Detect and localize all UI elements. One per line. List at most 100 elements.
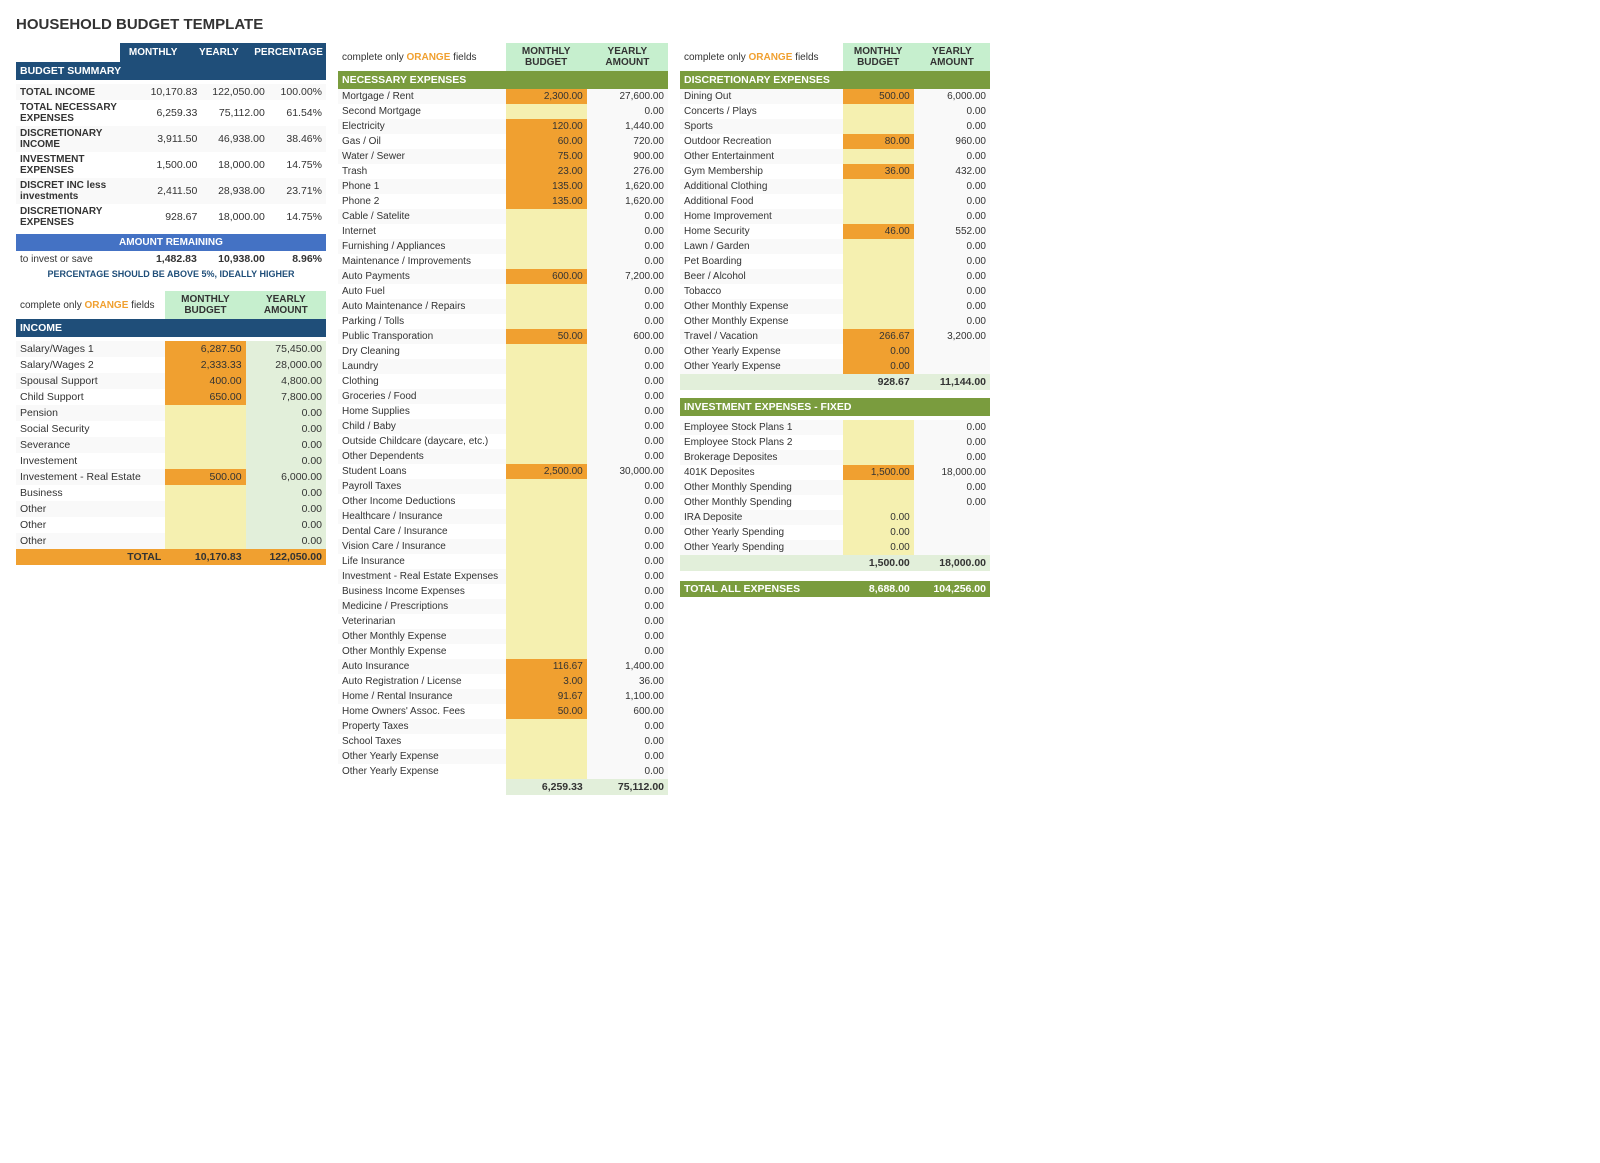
invest-total-yearly: 18,000.00 (914, 555, 990, 571)
necessary-row: Laundry 0.00 (338, 359, 668, 374)
invest-row: Employee Stock Plans 1 0.00 (680, 420, 990, 435)
necessary-row: Furnishing / Appliances 0.00 (338, 239, 668, 254)
income-row: Child Support 650.00 7,800.00 (16, 389, 326, 405)
total-all-monthly: 8,688.00 (843, 581, 914, 597)
necessary-total-yearly: 75,112.00 (587, 779, 668, 795)
necessary-row: Trash 23.00 276.00 (338, 164, 668, 179)
disc-row: Travel / Vacation 266.67 3,200.00 (680, 329, 990, 344)
investment-header: INVESTMENT EXPENSES - FIXED (680, 398, 990, 416)
disc-row: Tobacco 0.00 (680, 284, 990, 299)
summary-row: DISCRET INC less investments 2,411.50 28… (16, 178, 326, 204)
disc-row: Concerts / Plays 0.00 (680, 104, 990, 119)
necessary-row: Phone 2 135.00 1,620.00 (338, 194, 668, 209)
necessary-row: Other Income Deductions 0.00 (338, 494, 668, 509)
invest-row: Other Yearly Spending 0.00 (680, 540, 990, 555)
necessary-row: Auto Insurance 116.67 1,400.00 (338, 659, 668, 674)
income-total-monthly: 10,170.83 (165, 549, 245, 565)
income-row: Severance 0.00 (16, 437, 326, 453)
necessary-row: Home / Rental Insurance 91.67 1,100.00 (338, 689, 668, 704)
necessary-row: Dental Care / Insurance 0.00 (338, 524, 668, 539)
summary-row: INVESTMENT EXPENSES 1,500.00 18,000.00 1… (16, 152, 326, 178)
invest-row: 401K Deposites 1,500.00 18,000.00 (680, 465, 990, 480)
necessary-row: Phone 1 135.00 1,620.00 (338, 179, 668, 194)
col1-monthly-header: MONTHLY (120, 43, 187, 62)
necessary-row: Gas / Oil 60.00 720.00 (338, 134, 668, 149)
necessary-row: Life Insurance 0.00 (338, 554, 668, 569)
disc-total-yearly: 11,144.00 (914, 374, 990, 390)
income-row: Social Security 0.00 (16, 421, 326, 437)
income-row: Salary/Wages 1 6,287.50 75,450.00 (16, 341, 326, 357)
disc-row: Additional Food 0.00 (680, 194, 990, 209)
invest-row: IRA Deposite 0.00 (680, 510, 990, 525)
necessary-row: Other Monthly Expense 0.00 (338, 629, 668, 644)
disc-row: Other Yearly Expense 0.00 (680, 344, 990, 359)
necessary-row: Healthcare / Insurance 0.00 (338, 509, 668, 524)
income-row: Pension 0.00 (16, 405, 326, 421)
income-row: Other 0.00 (16, 501, 326, 517)
disc-total-monthly: 928.67 (843, 374, 914, 390)
necessary-row: Dry Cleaning 0.00 (338, 344, 668, 359)
budget-summary-header: BUDGET SUMMARY (16, 62, 326, 80)
income-row: Salary/Wages 2 2,333.33 28,000.00 (16, 357, 326, 373)
necessary-row: Maintenance / Improvements 0.00 (338, 254, 668, 269)
total-all-label: TOTAL ALL EXPENSES (680, 581, 843, 597)
necessary-row: Child / Baby 0.00 (338, 419, 668, 434)
disc-row: Sports 0.00 (680, 119, 990, 134)
invest-total-row: 1,500.00 18,000.00 (680, 555, 990, 571)
necessary-row: Other Yearly Expense 0.00 (338, 749, 668, 764)
invest-row: Other Monthly Spending 0.00 (680, 480, 990, 495)
necessary-row: Water / Sewer 75.00 900.00 (338, 149, 668, 164)
necessary-row: Vision Care / Insurance 0.00 (338, 539, 668, 554)
necessary-row: Second Mortgage 0.00 (338, 104, 668, 119)
necessary-row: School Taxes 0.00 (338, 734, 668, 749)
necessary-total-row: 6,259.33 75,112.00 (338, 779, 668, 795)
invest-row: Employee Stock Plans 2 0.00 (680, 435, 990, 450)
necessary-row: Veterinarian 0.00 (338, 614, 668, 629)
necessary-row: Mortgage / Rent 2,300.00 27,600.00 (338, 89, 668, 104)
necessary-row: Auto Registration / License 3.00 36.00 (338, 674, 668, 689)
income-row: Investement 0.00 (16, 453, 326, 469)
summary-row: TOTAL INCOME 10,170.83 122,050.00 100.00… (16, 84, 326, 100)
col2-monthly-header: MONTHLY BUDGET (506, 43, 587, 71)
disc-row: Gym Membership 36.00 432.00 (680, 164, 990, 179)
disc-row: Other Monthly Expense 0.00 (680, 299, 990, 314)
remaining-pct: 8.96% (269, 251, 326, 267)
total-all-yearly: 104,256.00 (914, 581, 990, 597)
col3-monthly-header: MONTHLY BUDGET (843, 43, 914, 71)
invest-row: Other Yearly Spending 0.00 (680, 525, 990, 540)
disc-row: Other Entertainment 0.00 (680, 149, 990, 164)
necessary-row: Auto Payments 600.00 7,200.00 (338, 269, 668, 284)
necessary-row: Parking / Tolls 0.00 (338, 314, 668, 329)
necessary-row: Home Owners' Assoc. Fees 50.00 600.00 (338, 704, 668, 719)
necessary-row: Other Dependents 0.00 (338, 449, 668, 464)
income-row: Spousal Support 400.00 4,800.00 (16, 373, 326, 389)
necessary-row: Public Transporation 50.00 600.00 (338, 329, 668, 344)
invest-total-monthly: 1,500.00 (843, 555, 914, 571)
summary-row: DISCRETIONARY EXPENSES 928.67 18,000.00 … (16, 204, 326, 230)
income-row: Other 0.00 (16, 517, 326, 533)
disc-row: Outdoor Recreation 80.00 960.00 (680, 134, 990, 149)
col2-complete-label: complete only ORANGE fields (338, 43, 506, 71)
disc-total-row: 928.67 11,144.00 (680, 374, 990, 390)
remaining-monthly: 1,482.83 (134, 251, 201, 267)
col2-yearly-header: YEARLY AMOUNT (587, 43, 668, 71)
income-row: Business 0.00 (16, 485, 326, 501)
necessary-row: Cable / Satelite 0.00 (338, 209, 668, 224)
disc-row: Home Improvement 0.00 (680, 209, 990, 224)
necessary-row: Investment - Real Estate Expenses 0.00 (338, 569, 668, 584)
invest-row: Brokerage Deposites 0.00 (680, 450, 990, 465)
necessary-total-monthly: 6,259.33 (506, 779, 587, 795)
disc-row: Pet Boarding 0.00 (680, 254, 990, 269)
necessary-row: Groceries / Food 0.00 (338, 389, 668, 404)
necessary-expenses-header: NECESSARY EXPENSES (338, 71, 668, 89)
necessary-row: Student Loans 2,500.00 30,000.00 (338, 464, 668, 479)
income-yearly-amount-header: YEARLY AMOUNT (246, 291, 326, 319)
necessary-row: Auto Fuel 0.00 (338, 284, 668, 299)
disc-row: Home Security 46.00 552.00 (680, 224, 990, 239)
necessary-row: Property Taxes 0.00 (338, 719, 668, 734)
disc-row: Beer / Alcohol 0.00 (680, 269, 990, 284)
necessary-row: Other Yearly Expense 0.00 (338, 764, 668, 779)
income-row: Other 0.00 (16, 533, 326, 549)
disc-row: Other Monthly Expense 0.00 (680, 314, 990, 329)
necessary-row: Auto Maintenance / Repairs 0.00 (338, 299, 668, 314)
